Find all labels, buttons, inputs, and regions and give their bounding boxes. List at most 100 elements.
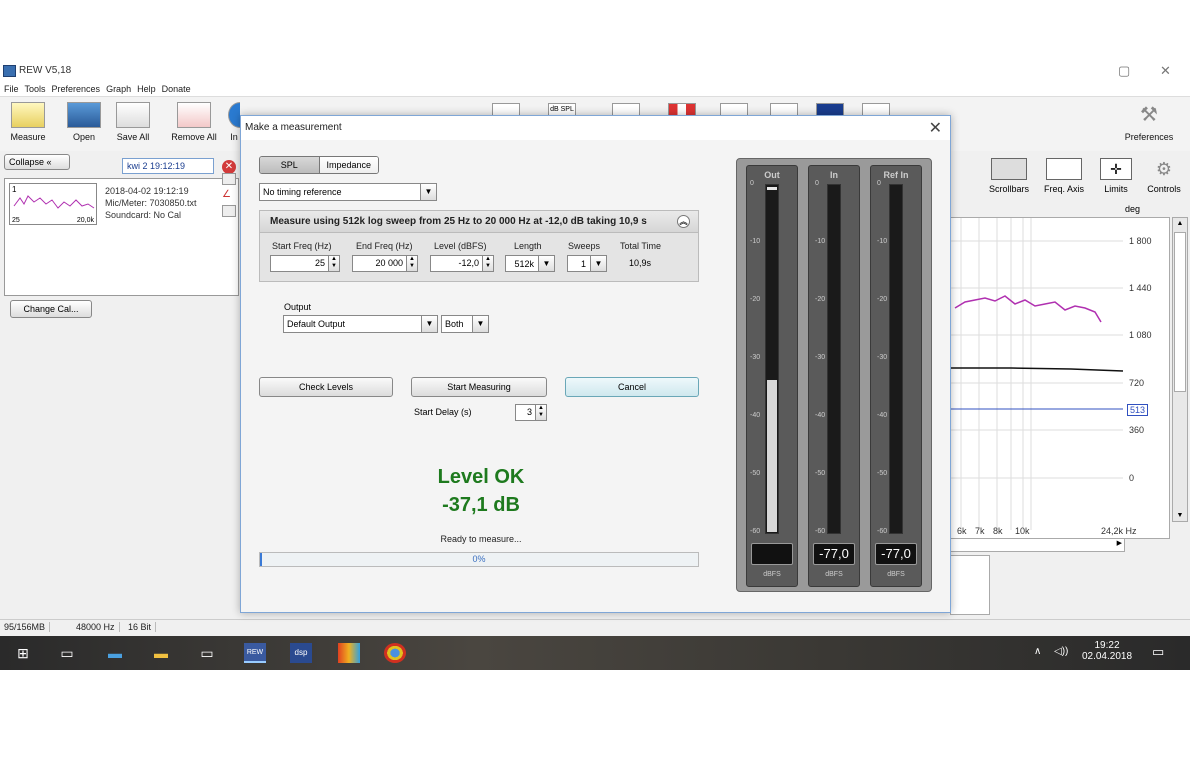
start-freq-spinner-icon[interactable]: ▲ ▼ bbox=[328, 256, 339, 271]
level-spinner-icon[interactable]: ▲ ▼ bbox=[482, 256, 493, 271]
meter-out-unit: dBFS bbox=[763, 571, 781, 578]
start-delay-spinner-icon[interactable]: ▲ ▼ bbox=[535, 405, 546, 420]
freq-axis-label: Freq. Axis bbox=[1043, 184, 1084, 194]
meter-tick-label: -10 bbox=[877, 238, 888, 245]
start-delay-input[interactable]: 3 ▲ ▼ bbox=[515, 404, 547, 421]
graph-vertical-scrollbar[interactable]: ▲ ▼ bbox=[1172, 217, 1188, 522]
measurement-name-field[interactable]: kwi 2 19:12:19 bbox=[122, 158, 214, 174]
info-icon[interactable] bbox=[222, 205, 236, 217]
statusbar: 95/156MB 48000 Hz 16 Bit bbox=[0, 619, 1190, 636]
impedance-mode-button[interactable]: Impedance bbox=[318, 157, 378, 173]
computer-icon[interactable]: ▬ bbox=[104, 643, 126, 663]
collapse-button[interactable]: Collapse « bbox=[4, 154, 70, 170]
clock[interactable]: 19:22 02.04.2018 bbox=[1078, 640, 1136, 662]
preferences-button[interactable]: ⚒ Preferences bbox=[1116, 102, 1182, 142]
meter-tick-label: 0 bbox=[877, 180, 881, 187]
double-chevron-left-icon: « bbox=[46, 157, 52, 167]
start-freq-value: 25 bbox=[314, 258, 325, 268]
y-label-1440: 1 440 bbox=[1129, 283, 1152, 293]
level-label: Level (dBFS) bbox=[434, 241, 487, 251]
graph-area[interactable]: 1 800 1 440 1 080 720 513 360 0 6k 7k 8k… bbox=[950, 217, 1170, 539]
change-cal-button[interactable]: Change Cal... bbox=[10, 300, 92, 318]
gear-icon: ⚙ bbox=[1155, 159, 1173, 179]
sweeps-select[interactable]: 1 ▼ bbox=[567, 255, 607, 272]
remove-all-button[interactable]: Remove All bbox=[166, 102, 222, 142]
graph-horizontal-scrollbar[interactable]: ▶ bbox=[950, 538, 1125, 552]
dialog-close-icon[interactable]: ✕ bbox=[929, 118, 942, 138]
menu-help[interactable]: Help bbox=[137, 82, 156, 96]
y-label-1080: 1 080 bbox=[1129, 330, 1152, 340]
start-measuring-button[interactable]: Start Measuring bbox=[411, 377, 547, 397]
meter-ref-in-unit: dBFS bbox=[887, 571, 905, 578]
end-freq-input[interactable]: 20 000 ▲ ▼ bbox=[352, 255, 418, 272]
restore-icon[interactable]: ▢ bbox=[1118, 63, 1130, 79]
length-select[interactable]: 512k ▼ bbox=[505, 255, 555, 272]
meter-tick-label: 0 bbox=[750, 180, 754, 187]
rew-taskbar-icon[interactable]: REW bbox=[244, 643, 266, 663]
save-all-button[interactable]: Save All bbox=[110, 102, 156, 142]
measure-icon bbox=[11, 102, 45, 128]
output-channel-value: Both bbox=[445, 319, 464, 329]
output-chevron-down-icon: ▼ bbox=[421, 316, 437, 332]
menu-preferences[interactable]: Preferences bbox=[52, 82, 101, 96]
terminal-icon[interactable]: ▭ bbox=[196, 643, 218, 663]
menu-graph[interactable]: Graph bbox=[106, 82, 131, 96]
scroll-thumb[interactable] bbox=[1174, 232, 1186, 392]
meter-tick-label: -50 bbox=[815, 470, 826, 477]
output-device-select[interactable]: Default Output ▼ bbox=[283, 315, 438, 333]
app-taskbar-icon[interactable] bbox=[338, 643, 360, 663]
measure-button[interactable]: Measure bbox=[6, 102, 50, 142]
menu-donate[interactable]: Donate bbox=[162, 82, 191, 96]
cancel-button[interactable]: Cancel bbox=[565, 377, 699, 397]
check-levels-button[interactable]: Check Levels bbox=[259, 377, 393, 397]
windows-start-icon[interactable]: ⊞ bbox=[12, 643, 34, 663]
menu-tools[interactable]: Tools bbox=[25, 82, 46, 96]
meter-tick-label: -30 bbox=[815, 354, 826, 361]
file-explorer-icon[interactable]: ▬ bbox=[150, 643, 172, 663]
clock-time: 19:22 bbox=[1094, 640, 1120, 651]
spl-mode-button[interactable]: SPL bbox=[260, 157, 319, 173]
tray-chevron-icon[interactable]: ∧ bbox=[1034, 646, 1041, 657]
output-channel-select[interactable]: Both ▼ bbox=[441, 315, 489, 333]
scrollbars-button[interactable]: Scrollbars bbox=[984, 158, 1034, 194]
menu-file[interactable]: File bbox=[4, 82, 19, 96]
dsp-taskbar-icon[interactable]: dsp bbox=[290, 643, 312, 663]
limits-button[interactable]: ✛ Limits bbox=[1096, 158, 1136, 194]
end-freq-spinner-icon[interactable]: ▲ ▼ bbox=[406, 256, 417, 271]
controls-button[interactable]: ⚙ Controls bbox=[1142, 158, 1186, 194]
import-button[interactable]: In bbox=[228, 102, 240, 142]
scroll-right-icon[interactable]: ▶ bbox=[1117, 539, 1122, 547]
close-icon[interactable]: ✕ bbox=[1160, 63, 1171, 79]
meter-tick-label: -20 bbox=[815, 296, 826, 303]
level-meters: Out dBFS 0 -10 -20 -30 -40 -50 -60 In -77,0 dB… bbox=[736, 158, 932, 592]
progress-bar: 0% bbox=[259, 552, 699, 567]
scrollbars-icon bbox=[991, 158, 1027, 180]
start-freq-input[interactable]: 25 ▲ ▼ bbox=[270, 255, 340, 272]
task-view-icon[interactable]: ▭ bbox=[56, 643, 78, 663]
length-value: 512k bbox=[514, 259, 534, 269]
delete-measurement-icon[interactable]: ✕ bbox=[222, 160, 236, 174]
level-input[interactable]: -12,0 ▲ ▼ bbox=[430, 255, 494, 272]
graph-tools: Scrollbars Freq. Axis ✛ Limits ⚙ Control… bbox=[978, 158, 1190, 208]
x-label-7k: 7k bbox=[975, 526, 985, 536]
meter-in: In -77,0 dBFS 0 -10 -20 -30 -40 -50 -60 bbox=[808, 165, 860, 587]
volume-icon[interactable]: ◁)) bbox=[1054, 646, 1068, 657]
meter-ref-in: Ref In -77,0 dBFS 0 -10 -20 -30 -40 -50 -60 bbox=[870, 165, 922, 587]
edit-icon[interactable] bbox=[222, 173, 236, 185]
measurement-soundcard: Soundcard: No Cal bbox=[105, 210, 182, 220]
measurement-thumbnail[interactable]: 1 25 20,0k bbox=[9, 183, 97, 225]
chrome-icon[interactable] bbox=[384, 643, 406, 663]
scroll-up-icon[interactable]: ▲ bbox=[1175, 220, 1185, 227]
meter-ref-in-title: Ref In bbox=[883, 170, 909, 180]
freq-axis-button[interactable]: Freq. Axis bbox=[1040, 158, 1088, 194]
notifications-icon[interactable]: ▭ bbox=[1152, 644, 1164, 660]
timing-reference-select[interactable]: No timing reference ▼ bbox=[259, 183, 437, 201]
y-cursor-label[interactable]: 513 bbox=[1127, 404, 1149, 416]
collapse-up-icon[interactable]: ︽ bbox=[677, 215, 690, 228]
open-button[interactable]: Open bbox=[62, 102, 106, 142]
sweep-summary-text: Measure using 512k log sweep from 25 Hz … bbox=[270, 216, 647, 227]
remove-all-icon bbox=[177, 102, 211, 128]
pen-icon[interactable]: ∠ bbox=[222, 189, 236, 201]
meter-tick-label: -20 bbox=[877, 296, 888, 303]
scroll-down-icon[interactable]: ▼ bbox=[1175, 512, 1185, 519]
